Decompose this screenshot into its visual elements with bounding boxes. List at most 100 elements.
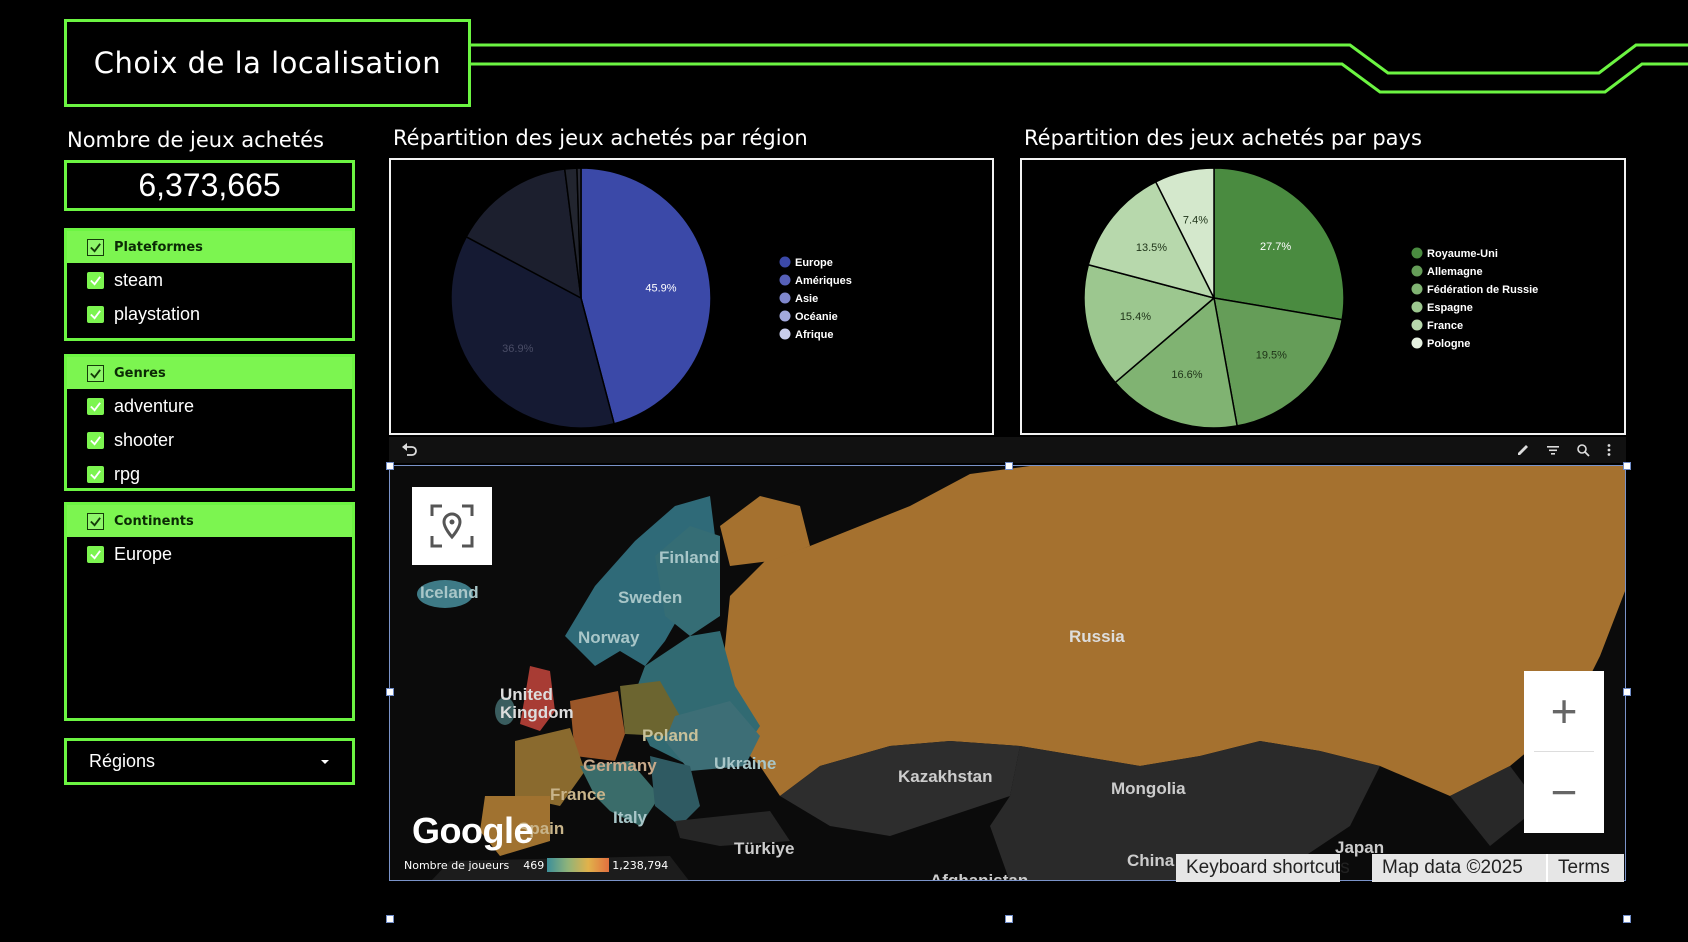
platforms-filter: Plateformes steam playstation bbox=[64, 228, 355, 341]
map-label: Ukraine bbox=[714, 754, 777, 773]
terms-link[interactable]: Terms bbox=[1546, 854, 1624, 882]
regions-dropdown[interactable]: Régions bbox=[64, 738, 355, 785]
map-label: Afghanistan bbox=[930, 871, 1029, 881]
legend-label[interactable]: Amériques bbox=[795, 275, 852, 287]
legend-marker bbox=[1411, 247, 1423, 259]
legend-label[interactable]: France bbox=[1427, 320, 1463, 332]
resize-handle[interactable] bbox=[1005, 915, 1013, 923]
legend-label[interactable]: Océanie bbox=[795, 311, 838, 323]
filter-option-steam[interactable]: steam bbox=[67, 263, 352, 297]
map-toolbar bbox=[389, 437, 1626, 463]
legend-marker bbox=[779, 328, 791, 340]
map-label: Kazakhstan bbox=[898, 767, 993, 786]
legend-marker bbox=[779, 274, 791, 286]
pie-slice-label: 27.7% bbox=[1260, 241, 1291, 253]
undo-icon[interactable] bbox=[401, 443, 419, 457]
check-icon[interactable] bbox=[87, 238, 104, 256]
legend-label[interactable]: Europe bbox=[795, 257, 833, 269]
genres-filter: Genres adventure shooter rpg bbox=[64, 354, 355, 491]
check-icon[interactable] bbox=[87, 271, 104, 289]
legend-label[interactable]: Allemagne bbox=[1427, 266, 1483, 278]
legend-marker bbox=[1411, 319, 1423, 331]
check-icon[interactable] bbox=[87, 305, 104, 323]
google-logo: Google bbox=[412, 810, 534, 851]
legend-marker bbox=[1411, 337, 1423, 349]
map-legend-max: 1,238,794 bbox=[612, 858, 669, 872]
edit-icon[interactable] bbox=[1516, 443, 1530, 457]
legend-marker bbox=[779, 292, 791, 304]
legend-label[interactable]: Royaume-Uni bbox=[1427, 248, 1498, 260]
pie-slice-label: 13.5% bbox=[1136, 242, 1167, 254]
map-legend: Nombre de joueurs 469 1,238,794 bbox=[404, 858, 668, 872]
map-label: United Kingdom bbox=[500, 685, 574, 722]
zoom-in-button[interactable]: + bbox=[1524, 671, 1604, 751]
filter-option-label: shooter bbox=[114, 429, 175, 450]
check-icon[interactable] bbox=[87, 364, 104, 382]
platforms-filter-header[interactable]: Plateformes bbox=[67, 231, 352, 263]
resize-handle[interactable] bbox=[1623, 462, 1631, 470]
check-icon[interactable] bbox=[87, 397, 104, 415]
zoom-control: + − bbox=[1524, 671, 1604, 833]
map-label: Germany bbox=[583, 756, 657, 775]
legend-label[interactable]: Asie bbox=[795, 293, 818, 305]
genres-filter-title: Genres bbox=[114, 365, 166, 381]
filter-option-adventure[interactable]: adventure bbox=[67, 389, 352, 423]
map-label: Italy bbox=[613, 808, 648, 827]
filter-icon[interactable] bbox=[1546, 443, 1560, 457]
map-label: Mongolia bbox=[1111, 779, 1186, 798]
map-legend-label: Nombre de joueurs bbox=[404, 858, 510, 872]
filter-option-europe[interactable]: Europe bbox=[67, 537, 352, 571]
pie-slice-label: 16.6% bbox=[1171, 369, 1202, 381]
map-label: Poland bbox=[642, 726, 699, 745]
genres-filter-header[interactable]: Genres bbox=[67, 357, 352, 389]
kpi-value: 6,373,665 bbox=[138, 167, 281, 203]
legend-label[interactable]: Espagne bbox=[1427, 302, 1473, 314]
legend-label[interactable]: Pologne bbox=[1427, 338, 1470, 350]
region-chart-title: Répartition des jeux achetés par région bbox=[393, 126, 808, 150]
legend-label[interactable]: Fédération de Russie bbox=[1427, 284, 1538, 296]
continents-filter-header[interactable]: Continents bbox=[67, 505, 352, 537]
check-icon[interactable] bbox=[87, 545, 104, 563]
check-icon[interactable] bbox=[87, 512, 104, 530]
resize-handle[interactable] bbox=[1623, 915, 1631, 923]
filter-option-rpg[interactable]: rpg bbox=[67, 457, 352, 491]
page-title: Choix de la localisation bbox=[93, 46, 442, 80]
region-germany bbox=[570, 691, 625, 761]
pie-slice-label: 45.9% bbox=[645, 283, 676, 295]
resize-handle[interactable] bbox=[1005, 462, 1013, 470]
zoom-icon[interactable] bbox=[1576, 443, 1590, 457]
check-icon[interactable] bbox=[87, 465, 104, 483]
resize-handle[interactable] bbox=[386, 688, 394, 696]
zoom-out-button[interactable]: − bbox=[1524, 752, 1604, 832]
legend-marker bbox=[779, 256, 791, 268]
filter-option-shooter[interactable]: shooter bbox=[67, 423, 352, 457]
filter-option-label: Europe bbox=[114, 543, 173, 564]
continents-filter: Continents Europe bbox=[64, 502, 355, 721]
map-data-attribution: Map data ©2025 bbox=[1372, 854, 1548, 882]
resize-handle[interactable] bbox=[1623, 688, 1631, 696]
locate-button[interactable] bbox=[412, 487, 492, 565]
resize-handle[interactable] bbox=[386, 915, 394, 923]
platforms-filter-title: Plateformes bbox=[114, 239, 203, 255]
resize-handle[interactable] bbox=[386, 462, 394, 470]
legend-marker bbox=[1411, 283, 1423, 295]
keyboard-shortcuts-link[interactable]: Keyboard shortcuts bbox=[1176, 854, 1350, 882]
legend-label[interactable]: Afrique bbox=[795, 329, 834, 341]
map-label: Sweden bbox=[618, 588, 683, 607]
map-label: Russia bbox=[1069, 627, 1125, 646]
region-pie-chart: 45.9% 36.9% Europe Amériques Asie Océanie Afri… bbox=[450, 167, 852, 429]
geo-map[interactable]: Finland Iceland Sweden Norway United Kin… bbox=[389, 465, 1626, 881]
continents-filter-title: Continents bbox=[114, 513, 194, 529]
map-label: France bbox=[550, 785, 606, 804]
map-label: Türkiye bbox=[734, 839, 795, 858]
filter-option-label: adventure bbox=[114, 395, 195, 416]
filter-option-playstation[interactable]: playstation bbox=[67, 297, 352, 331]
region-pie-chart-panel: 45.9% 36.9% Europe Amériques Asie Océanie Afri… bbox=[389, 158, 994, 435]
check-icon[interactable] bbox=[87, 431, 104, 449]
pie-slice-label: 15.4% bbox=[1120, 311, 1151, 323]
filter-option-label: playstation bbox=[114, 303, 201, 324]
more-vert-icon[interactable] bbox=[1606, 443, 1612, 457]
legend-marker bbox=[1411, 301, 1423, 313]
pie-slice-label: 36.9% bbox=[502, 343, 533, 355]
header-decoration bbox=[470, 43, 1688, 94]
